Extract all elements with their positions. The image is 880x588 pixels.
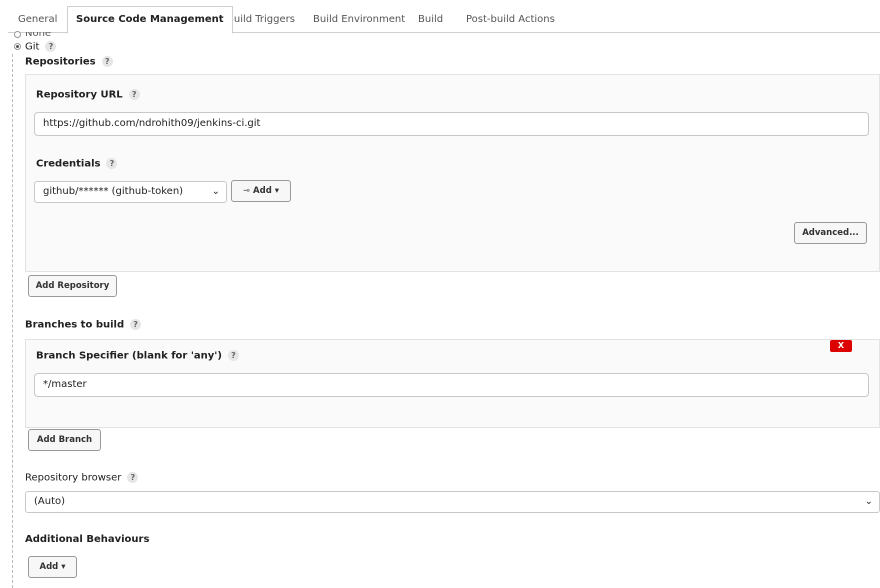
- key-icon: ⊸: [242, 186, 251, 196]
- caret-down-icon: ▾: [61, 562, 66, 572]
- help-icon[interactable]: ?: [227, 350, 239, 361]
- credentials-label: Credentials?: [36, 158, 118, 170]
- repository-url-input[interactable]: https://github.com/ndrohith09/jenkins-ci…: [34, 112, 869, 136]
- section-guide-line: [12, 54, 13, 588]
- delete-branch-button[interactable]: X: [830, 340, 852, 352]
- tab-build[interactable]: Build: [418, 14, 443, 25]
- add-repository-button[interactable]: Add Repository: [28, 275, 117, 297]
- branches-title: Branches to build?: [25, 319, 142, 331]
- repository-url-label: Repository URL?: [36, 89, 140, 101]
- tab-build-environment[interactable]: Build Environment: [313, 14, 405, 25]
- chevron-down-icon: ⌄: [864, 496, 873, 507]
- help-icon[interactable]: ?: [101, 56, 113, 67]
- branch-specifier-label: Branch Specifier (blank for 'any')?: [36, 350, 239, 362]
- tab-source-code-management[interactable]: Source Code Management: [67, 6, 233, 34]
- add-branch-button[interactable]: Add Branch: [28, 429, 101, 451]
- help-icon[interactable]: ?: [130, 319, 142, 330]
- add-behaviour-button[interactable]: Add ▾: [28, 556, 77, 578]
- repository-browser-label: Repository browser?: [25, 472, 139, 484]
- tab-bar: General Source Code Management Build Tri…: [0, 0, 880, 34]
- help-icon[interactable]: ?: [106, 158, 118, 169]
- help-icon[interactable]: ?: [127, 472, 139, 483]
- tab-general[interactable]: General: [18, 14, 57, 25]
- additional-behaviours-title: Additional Behaviours: [25, 534, 150, 545]
- caret-down-icon: ▾: [274, 186, 280, 196]
- credentials-select[interactable]: github/****** (github-token) ⌄: [34, 181, 227, 203]
- tab-post-build-actions[interactable]: Post-build Actions: [466, 14, 555, 25]
- tab-build-triggers[interactable]: Build Triggers: [227, 14, 295, 25]
- repository-browser-select[interactable]: (Auto) ⌄: [25, 491, 880, 513]
- repositories-title: Repositories?: [25, 56, 113, 68]
- scm-none-radio[interactable]: [14, 31, 21, 38]
- help-icon[interactable]: ?: [45, 41, 57, 52]
- branch-specifier-input[interactable]: */master: [34, 373, 869, 397]
- scm-git-label: Git?: [25, 41, 57, 53]
- repository-panel: [25, 74, 880, 272]
- chevron-down-icon: ⌄: [211, 186, 220, 197]
- add-credentials-button[interactable]: ⊸ Add ▾: [231, 180, 291, 202]
- help-icon[interactable]: ?: [128, 89, 140, 100]
- scm-git-radio[interactable]: [14, 43, 21, 50]
- advanced-button[interactable]: Advanced...: [794, 222, 867, 244]
